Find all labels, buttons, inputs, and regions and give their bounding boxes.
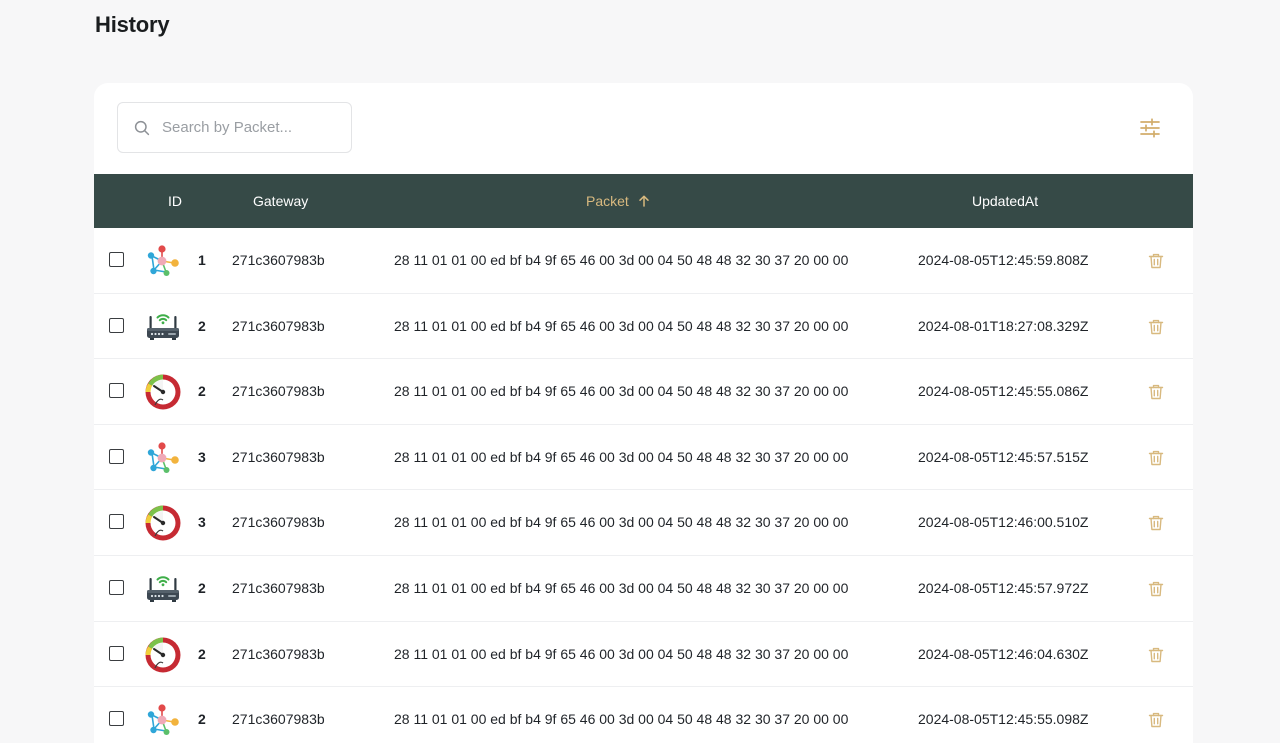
row-gateway: 271c3607983b (232, 317, 325, 334)
row-packet: 28 11 01 01 00 ed bf b4 9f 65 46 00 3d 0… (394, 645, 849, 662)
row-id: 2 (198, 711, 206, 728)
wifi-router-icon (144, 308, 182, 346)
row-packet: 28 11 01 01 00 ed bf b4 9f 65 46 00 3d 0… (394, 252, 849, 268)
row-updated-at: 2024-08-05T12:46:00.510Z (918, 514, 1089, 531)
trash-icon[interactable] (1147, 514, 1165, 532)
row-updated-at: 2024-08-05T12:45:59.808Z (918, 252, 1089, 268)
table-row[interactable]: 2 271c3607983b 28 11 01 01 00 ed bf b4 9f … (94, 622, 1193, 688)
table-header: ID Gateway Packet UpdatedAt (94, 174, 1193, 228)
trash-icon[interactable] (1147, 580, 1165, 598)
table-body: 1 271c3607983b 28 11 01 01 00 ed bf b4 9f … (94, 228, 1193, 743)
row-gateway: 271c3607983b (232, 645, 325, 662)
row-updated-at: 2024-08-01T18:27:08.329Z (918, 317, 1089, 334)
row-id: 2 (198, 645, 206, 662)
arrow-up-icon (638, 195, 649, 207)
table-row[interactable]: 2 271c3607983b 28 11 01 01 00 ed bf b4 9f … (94, 294, 1193, 360)
column-header-id[interactable]: ID (168, 174, 182, 228)
table-row[interactable]: 3 271c3607983b 28 11 01 01 00 ed bf b4 9f … (94, 425, 1193, 491)
row-gateway: 271c3607983b (232, 252, 325, 268)
search-icon (134, 120, 150, 135)
row-packet: 28 11 01 01 00 ed bf b4 9f 65 46 00 3d 0… (394, 711, 849, 728)
toolbar (94, 83, 1193, 174)
table-row[interactable]: 1 271c3607983b 28 11 01 01 00 ed bf b4 9f … (94, 228, 1193, 294)
row-checkbox[interactable] (109, 448, 124, 464)
row-gateway: 271c3607983b (232, 579, 325, 596)
row-updated-at: 2024-08-05T12:46:04.630Z (918, 645, 1089, 662)
row-checkbox[interactable] (109, 317, 124, 333)
table-row[interactable]: 2 271c3607983b 28 11 01 01 00 ed bf b4 9f … (94, 359, 1193, 425)
row-packet: 28 11 01 01 00 ed bf b4 9f 65 46 00 3d 0… (394, 579, 849, 596)
trash-icon[interactable] (1147, 711, 1165, 729)
trash-icon[interactable] (1147, 646, 1165, 664)
row-checkbox[interactable] (109, 579, 124, 595)
column-header-updated[interactable]: UpdatedAt (972, 174, 1038, 228)
row-gateway: 271c3607983b (232, 711, 325, 728)
gauge-meter-icon (144, 504, 182, 542)
trash-icon[interactable] (1147, 252, 1165, 270)
column-header-gateway[interactable]: Gateway (253, 174, 308, 228)
gauge-meter-icon (144, 636, 182, 674)
row-packet: 28 11 01 01 00 ed bf b4 9f 65 46 00 3d 0… (394, 317, 849, 334)
trash-icon[interactable] (1147, 449, 1165, 467)
row-id: 1 (198, 252, 206, 268)
row-id: 3 (198, 514, 206, 531)
table-row[interactable]: 2 271c3607983b 28 11 01 01 00 ed bf b4 9f … (94, 687, 1193, 743)
search-box[interactable] (117, 102, 352, 153)
row-updated-at: 2024-08-05T12:45:55.086Z (918, 383, 1089, 400)
row-id: 2 (198, 317, 206, 334)
row-gateway: 271c3607983b (232, 448, 325, 465)
row-id: 2 (198, 579, 206, 596)
row-checkbox[interactable] (109, 711, 124, 727)
sliders-icon[interactable] (1139, 117, 1161, 139)
gauge-meter-icon (144, 373, 182, 411)
network-nodes-icon (144, 701, 182, 739)
table-row[interactable]: 3 271c3607983b 28 11 01 01 00 ed bf b4 9f … (94, 490, 1193, 556)
row-id: 3 (198, 448, 206, 465)
row-packet: 28 11 01 01 00 ed bf b4 9f 65 46 00 3d 0… (394, 448, 849, 465)
table-row[interactable]: 2 271c3607983b 28 11 01 01 00 ed bf b4 9f … (94, 556, 1193, 622)
row-updated-at: 2024-08-05T12:45:55.098Z (918, 711, 1089, 728)
trash-icon[interactable] (1147, 318, 1165, 336)
search-input[interactable] (160, 118, 334, 137)
column-header-packet[interactable]: Packet (586, 174, 650, 228)
row-id: 2 (198, 383, 206, 400)
row-checkbox[interactable] (109, 514, 124, 530)
row-gateway: 271c3607983b (232, 514, 325, 531)
column-header-packet-label: Packet (586, 193, 629, 209)
wifi-router-icon (144, 570, 182, 608)
row-packet: 28 11 01 01 00 ed bf b4 9f 65 46 00 3d 0… (394, 383, 849, 400)
trash-icon[interactable] (1147, 383, 1165, 401)
row-packet: 28 11 01 01 00 ed bf b4 9f 65 46 00 3d 0… (394, 514, 849, 531)
network-nodes-icon (144, 242, 182, 280)
row-checkbox[interactable] (109, 252, 124, 267)
row-updated-at: 2024-08-05T12:45:57.972Z (918, 579, 1089, 596)
row-checkbox[interactable] (109, 645, 124, 661)
page-title: History (95, 12, 170, 37)
history-card: ID Gateway Packet UpdatedAt 1 271c3607983… (94, 83, 1193, 743)
row-gateway: 271c3607983b (232, 383, 325, 400)
network-nodes-icon (144, 439, 182, 477)
row-checkbox[interactable] (109, 383, 124, 399)
row-updated-at: 2024-08-05T12:45:57.515Z (918, 448, 1089, 465)
